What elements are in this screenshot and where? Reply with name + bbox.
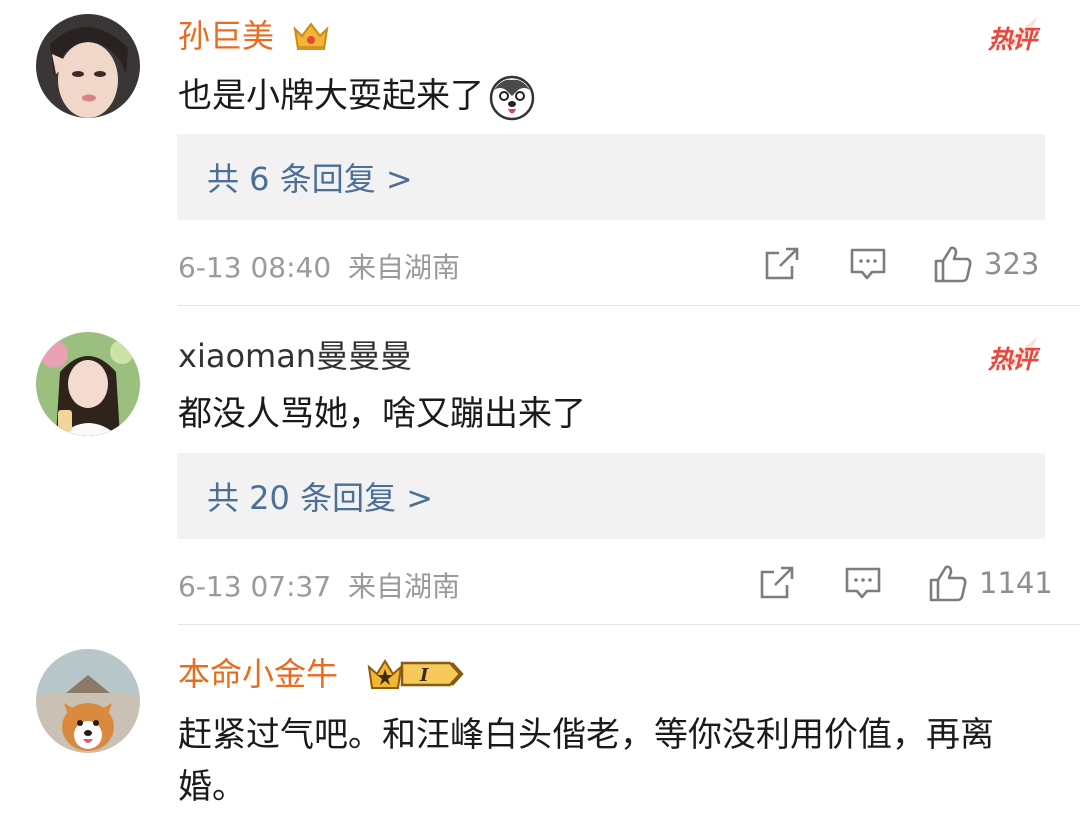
share-button[interactable] bbox=[762, 242, 802, 286]
comment-item: 本命小金牛 I 赶紧过气吧。和汪峰白头偕老，等你没利用价值，再离婚。 bbox=[0, 625, 1080, 827]
comment-item: xiaoman曼曼曼 热评 都没人骂她，啥又蹦出来了 共 20 条回复 > 6-… bbox=[0, 306, 1080, 624]
comment-text: 也是小牌大耍起来了 bbox=[178, 70, 1028, 122]
comment-source: 来自湖南 bbox=[348, 570, 461, 603]
like-button[interactable]: 1141 bbox=[927, 561, 1053, 605]
username[interactable]: 孙巨美 bbox=[178, 16, 274, 56]
comment-text: 赶紧过气吧。和汪峰白头偕老，等你没利用价值，再离婚。 bbox=[178, 709, 1028, 813]
vip-level-badge-icon: I bbox=[367, 659, 464, 689]
reply-button[interactable] bbox=[848, 242, 888, 286]
hot-comment-label: 热评 bbox=[987, 25, 1037, 54]
like-button[interactable]: 323 bbox=[932, 242, 1039, 286]
like-icon bbox=[934, 246, 972, 283]
reply-button[interactable] bbox=[843, 561, 883, 605]
crown-icon bbox=[293, 22, 329, 50]
comment-text-body: 赶紧过气吧。和汪峰白头偕老，等你没利用价值，再离婚。 bbox=[178, 715, 994, 807]
share-icon bbox=[760, 566, 794, 599]
username[interactable]: xiaoman曼曼曼 bbox=[178, 336, 412, 376]
comment-time: 6-13 08:40 bbox=[178, 251, 332, 284]
avatar[interactable] bbox=[36, 332, 140, 436]
avatar[interactable] bbox=[36, 14, 140, 118]
share-icon bbox=[765, 247, 799, 280]
view-replies-label: 共 6 条回复 > bbox=[207, 160, 413, 198]
comment-time: 6-13 07:37 bbox=[178, 570, 332, 603]
comment-meta: 6-13 08:40 来自湖南 bbox=[178, 246, 460, 286]
comment-icon bbox=[850, 248, 886, 280]
hot-comment-badge: 热评 bbox=[978, 332, 1042, 374]
comment-meta: 6-13 07:37 来自湖南 bbox=[178, 565, 460, 605]
username[interactable]: 本命小金牛 bbox=[178, 654, 338, 694]
like-count: 323 bbox=[984, 247, 1040, 281]
like-icon bbox=[929, 565, 967, 602]
comment-item: 孙巨美 热评 也是小牌大耍起来了 共 6 条回复 > 6-13 08:40 来自… bbox=[0, 0, 1080, 305]
view-replies-label: 共 20 条回复 > bbox=[207, 479, 434, 517]
comment-text: 都没人骂她，啥又蹦出来了 bbox=[178, 388, 1028, 440]
vip-level-text: I bbox=[419, 665, 429, 686]
avatar[interactable] bbox=[36, 649, 140, 753]
comment-text-body: 都没人骂她，啥又蹦出来了 bbox=[178, 394, 586, 434]
comment-text-body: 也是小牌大耍起来了 bbox=[178, 76, 484, 116]
comment-source: 来自湖南 bbox=[348, 251, 461, 284]
dog-emoji-icon bbox=[489, 75, 535, 120]
comment-icon bbox=[845, 567, 881, 599]
share-button[interactable] bbox=[757, 561, 797, 605]
hot-comment-badge: 热评 bbox=[978, 12, 1042, 54]
like-count: 1141 bbox=[979, 566, 1053, 600]
view-replies-button[interactable]: 共 20 条回复 > bbox=[177, 453, 1045, 539]
view-replies-button[interactable]: 共 6 条回复 > bbox=[177, 134, 1045, 220]
hot-comment-label: 热评 bbox=[987, 345, 1037, 374]
